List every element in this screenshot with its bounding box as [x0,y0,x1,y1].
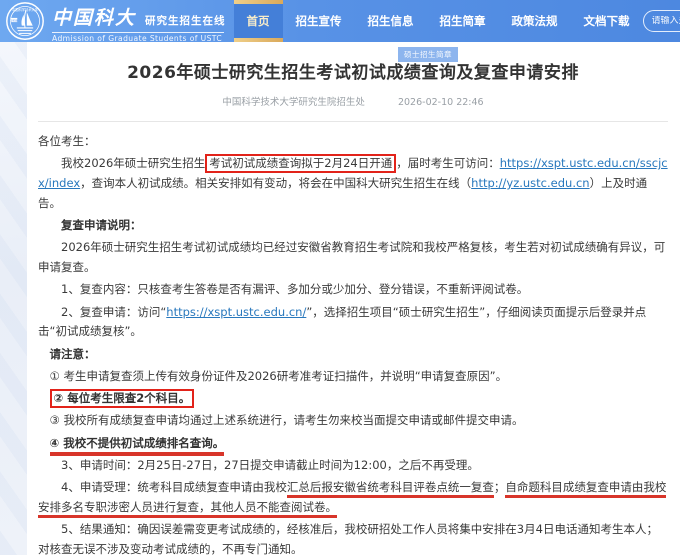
article-body: 各位考生： 我校2026年硕士研究生招生考试初试成绩查询拟于2月24日开通，届时… [38,132,668,555]
left-decorative-strip [0,42,27,555]
review-item-2-text: 2、复查申请：访问“ [61,305,166,319]
nav-item-label: 招生简章 [440,13,486,29]
notice-item-2: ② 每位考生限查2个科目。 [38,389,668,409]
article-meta: 中国科学技术大学研究生院招生处 2026-02-10 22:46 [38,94,668,108]
seal-year: 1958 [10,18,18,22]
intro-text: ，届时考生可访问： [396,156,500,170]
article-source: 中国科学技术大学研究生院招生处 [222,97,365,108]
intro-paragraph: 我校2026年硕士研究生招生考试初试成绩查询拟于2月24日开通，届时考生可访问：… [38,154,668,213]
content-area: 2026年硕士研究生招生考试初试成绩查询及复查申请安排 中国科学技术大学研究生院… [0,42,680,555]
nav-item-label: 招生宣传 [296,13,342,29]
nav-item-label: 首页 [247,13,270,29]
brand-tagline-en: Admission of Graduate Students of USTC [52,34,226,43]
page-title: 2026年硕士研究生招生考试初试成绩查询及复查申请安排 [38,58,668,83]
review-item-4: 4、申请受理：统考科目成绩复查申请由我校汇总后报安徽省统考科目评卷点统一复查；自… [38,478,668,518]
notice-item-3: ③ 我校所有成绩复查申请均通过上述系统进行，请考生勿来校当面提交申请或邮件提交申… [38,411,668,431]
review-item-4-text: ； [494,480,506,494]
title-divider [38,121,668,122]
brand-text: 中国科大 研究生招生在线 Admission of Graduate Stude… [52,0,226,43]
nav-item-admissions-publicity[interactable]: 招生宣传 [283,0,355,42]
review-item-3: 3、申请时间：2月25日-27日，27日提交申请截止时间为12:00，之后不再受… [38,456,668,476]
review-item-5: 5、结果通知：确因误差需变更考试成绩的，经核准后，我校研招处工作人员将集中安排在… [38,520,668,555]
nav-item-admissions-guide[interactable]: 招生简章 [427,0,499,42]
nav-item-label: 招生信息 [368,13,414,29]
no-ranking-highlight: ④ 我校不提供初试成绩排名查询。 [50,436,225,456]
nav-dropdown-item[interactable]: 硕士招生简章 [398,47,458,62]
xspt-portal-link[interactable]: https://xspt.ustc.edu.cn/ [166,305,306,319]
brand-tagline: 研究生招生在线 [145,13,226,28]
intro-text: ，查询本人初试成绩。相关安排如有变动，将会在中国科大研究生招生在线（ [80,176,471,190]
nav-item-home[interactable]: 首页 [234,0,283,42]
notice-heading: 请注意： [38,345,668,365]
brand-divider [52,32,224,33]
main-nav: 首页 招生宣传 招生信息 招生简章 政策法规 文档下载 [234,0,680,42]
review-intro-paragraph: 2026年硕士研究生招生考试初试成绩均已经过安徽省教育招生考试院和我校严格复核，… [38,238,668,278]
review-instructions-heading: 复查申请说明： [38,216,668,236]
site-header: 中国科学技术大学 1958 中国科大 研究生招生在线 Admission of … [0,0,680,42]
brand-block: 中国科学技术大学 1958 中国科大 研究生招生在线 Admission of … [0,0,226,42]
article: 2026年硕士研究生招生考试初试成绩查询及复查申请安排 中国科学技术大学研究生院… [27,42,680,555]
search-box[interactable] [643,10,680,32]
notice-item-4: ④ 我校不提供初试成绩排名查询。 [38,434,668,454]
page: 中国科学技术大学 1958 中国科大 研究生招生在线 Admission of … [0,0,680,555]
nav-item-policies[interactable]: 政策法规 [499,0,571,42]
brand-name: 中国科大 [52,3,136,30]
nav-item-label: 政策法规 [512,13,558,29]
search-input[interactable] [652,16,680,26]
review-item-1: 1、复查内容：只核查考生答卷是否有漏评、多加分或少加分、登分错误，不重新评阅试卷… [38,280,668,300]
intro-text: 我校2026年硕士研究生招生 [61,156,205,170]
yz-site-link[interactable]: http://yz.ustc.edu.cn [471,176,589,190]
nav-item-label: 文档下载 [584,13,630,29]
nav-item-downloads[interactable]: 文档下载 [571,0,643,42]
review-item-4-text: 4、申请受理：统考科目成绩复查申请由我校 [61,480,287,494]
university-seal-logo: 中国科学技术大学 1958 [4,2,46,42]
article-date: 2026-02-10 22:46 [398,97,484,108]
subject-limit-highlight: ② 每位考生限查2个科目。 [50,389,195,408]
salutation: 各位考生： [38,132,668,152]
notice-item-1: ① 考生申请复查须上传有效身份证件及2026研考准考证扫描件，并说明“申请复查原… [38,367,668,387]
review-item-2: 2、复查申请：访问“https://xspt.ustc.edu.cn/”，选择招… [38,303,668,343]
score-query-highlight: 考试初试成绩查询拟于2月24日开通 [205,154,396,173]
unified-review-highlight: 汇总后报安徽省统考科目评卷点统一复查 [287,480,494,498]
nav-item-admissions-info[interactable]: 招生信息 [355,0,427,42]
